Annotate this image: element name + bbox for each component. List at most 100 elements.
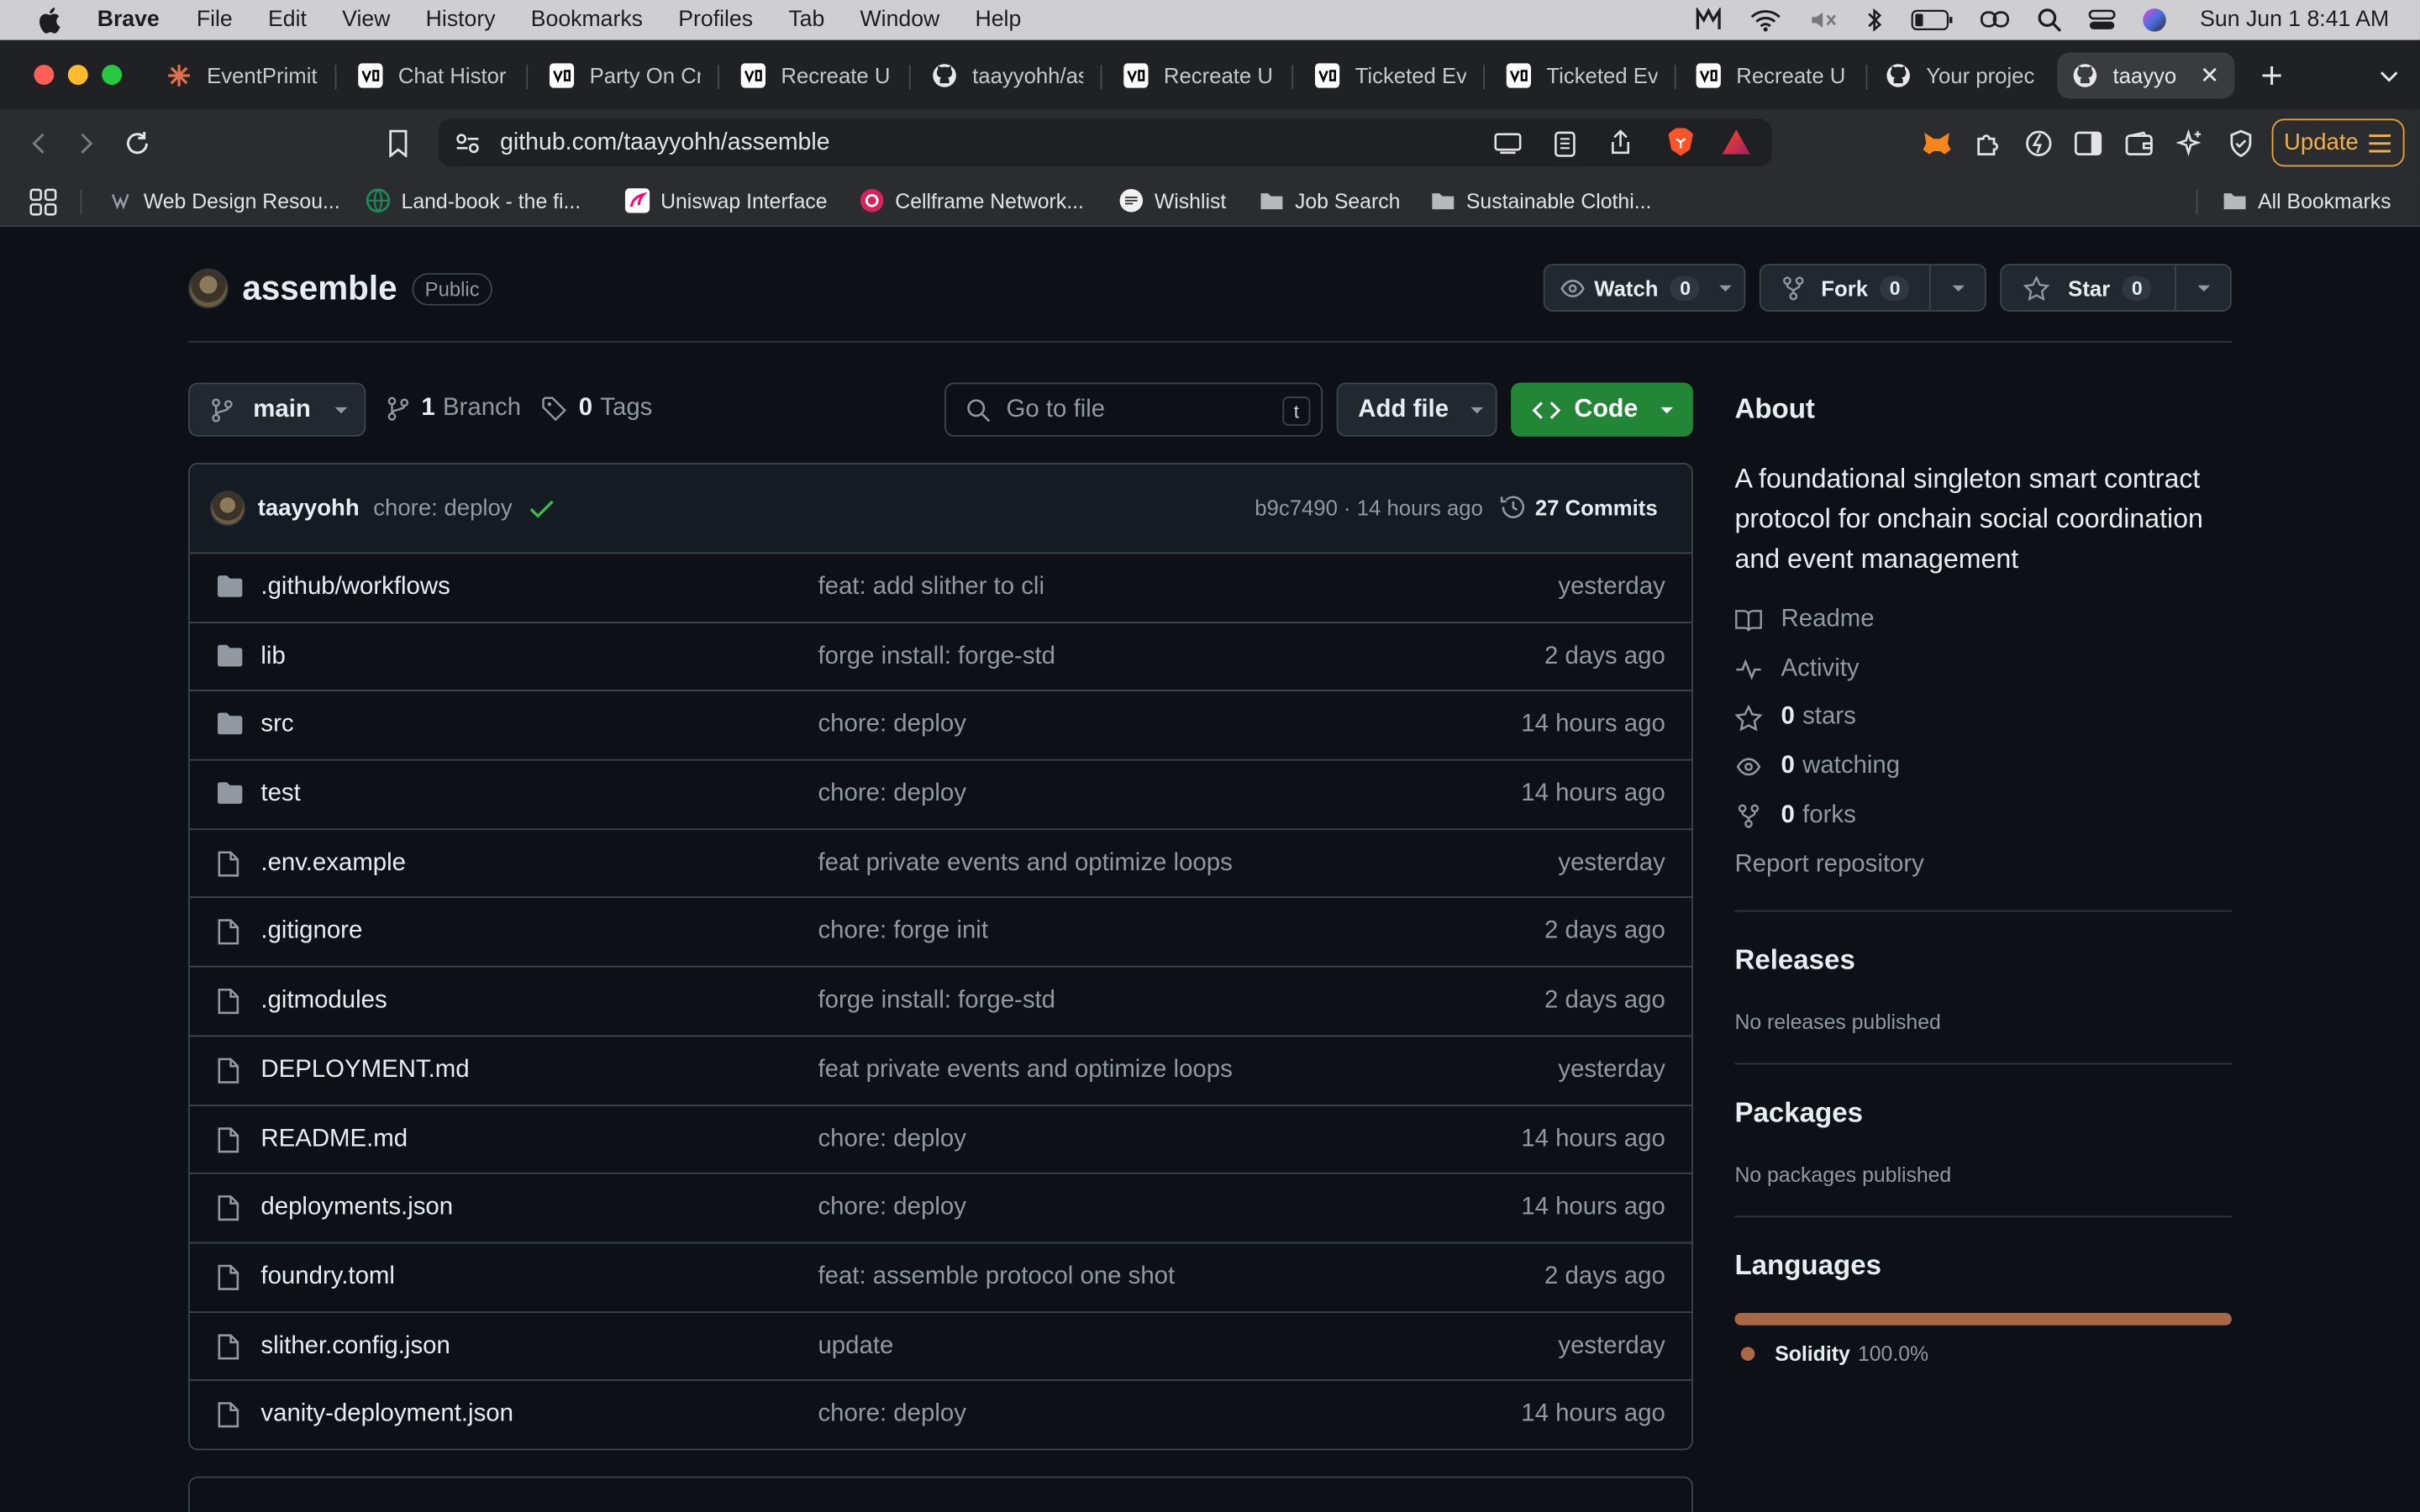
code-button[interactable]: Code [1511,382,1693,437]
file-commit-message[interactable]: chore: forge init [818,919,988,947]
tags-link[interactable]: 0 Tags [542,395,652,423]
tab-4[interactable]: taayyohh/as [932,55,1083,96]
update-button[interactable]: Update [2271,118,2405,167]
file-commit-message[interactable]: chore: deploy [818,711,965,739]
file-commit-message[interactable]: update [818,1332,893,1360]
spotlight-search-icon[interactable] [2038,8,2063,32]
file-name[interactable]: slither.config.json [260,1332,450,1360]
cast-icon[interactable] [1491,128,1524,159]
file-row[interactable]: deployments.json chore: deploy 14 hours ag… [189,1174,1692,1244]
commit-message[interactable]: chore: deploy [373,496,512,522]
commit-sha-time[interactable]: b9c7490 · 14 hours ago [1255,496,1483,520]
muted-speaker-icon[interactable] [1809,8,1840,32]
all-bookmarks[interactable]: All Bookmarks [2223,188,2391,213]
vpn-shield-icon[interactable] [2224,127,2258,160]
battery-icon[interactable] [1912,9,1954,31]
file-row[interactable]: .gitignore chore: forge init 2 days ago [189,899,1692,968]
file-row[interactable]: lib forge install: forge-std 2 days ago [189,622,1692,692]
bookmark-2[interactable]: Uniswap Interface [624,188,828,213]
metamask-status-icon[interactable] [1696,8,1723,32]
menu-file[interactable]: File [197,8,233,32]
wifi-off-icon[interactable] [1749,8,1783,32]
file-row[interactable]: foundry.toml feat: assemble protocol one … [189,1243,1692,1313]
ai-sparkle-icon[interactable] [2173,127,2207,160]
bluetooth-icon[interactable] [1866,8,1885,32]
file-row[interactable]: DEPLOYMENT.md feat private events and opt… [189,1037,1692,1105]
commits-link[interactable]: 27 Commits [1500,494,1658,520]
file-name[interactable]: vanity-deployment.json [260,1401,513,1429]
menubar-datetime[interactable]: Sun Jun 1 8:41 AM [2200,8,2389,32]
report-repository-link[interactable]: Report repository [1734,852,1923,879]
brave-shields-icon[interactable] [1664,125,1697,159]
address-url[interactable]: github.com/taayyohh/assemble [500,129,829,156]
menu-bookmarks[interactable]: Bookmarks [531,8,643,32]
check-icon[interactable] [529,499,554,517]
bookmark-3[interactable]: Cellframe Network... [860,188,1084,213]
apps-grid-icon[interactable] [28,186,59,218]
branches-link[interactable]: 1 Branch [387,395,521,423]
language-legend-solidity[interactable]: Solidity 100.0% [1740,1342,1928,1365]
stars-link[interactable]: 0 stars [1734,704,1856,732]
tab-2[interactable]: Party On Cr [549,55,701,96]
forks-link[interactable]: 0 forks [1734,802,1856,830]
address-bar[interactable]: github.com/taayyohh/assemble [438,118,1772,167]
owner-avatar[interactable] [188,268,229,309]
go-to-file-input[interactable]: Go to file t [944,382,1323,437]
tab-1[interactable]: Chat Histor [358,55,509,96]
menu-profiles[interactable]: Profiles [678,8,753,32]
menu-view[interactable]: View [342,8,390,32]
file-name[interactable]: DEPLOYMENT.md [260,1057,469,1084]
activity-link[interactable]: Activity [1734,656,1860,684]
zoom-window-button[interactable] [102,65,123,86]
metamask-extension-icon[interactable] [1920,127,1954,160]
control-center-icon[interactable] [2089,8,2117,32]
menu-help[interactable]: Help [976,8,1022,32]
packages-heading[interactable]: Packages [1734,1097,1863,1130]
back-arrow-icon[interactable] [22,127,55,160]
file-row[interactable]: src chore: deploy 14 hours ago [189,692,1692,761]
file-commit-message[interactable]: feat private events and optimize loops [818,1057,1232,1084]
file-commit-message[interactable]: chore: deploy [818,1194,965,1222]
bookmark-1[interactable]: Land-book - the fi... [366,188,581,213]
committer-avatar[interactable] [209,491,246,527]
menu-edit[interactable]: Edit [268,8,307,32]
tab-6[interactable]: Ticketed Ev [1314,55,1466,96]
tab-3[interactable]: Recreate U [740,55,892,96]
star-dropdown[interactable] [2174,265,2230,311]
branch-selector[interactable]: main [188,382,366,437]
file-row[interactable]: slither.config.json update yesterday [189,1312,1692,1382]
tab-search-chevron-icon[interactable] [2374,60,2405,92]
commit-author[interactable]: taayyohh [258,496,360,522]
file-name[interactable]: .github/workflows [260,574,450,601]
minimize-window-button[interactable] [67,65,88,86]
file-name[interactable]: .gitmodules [260,988,387,1016]
share-icon[interactable] [1603,127,1637,158]
bookmark-page-icon[interactable] [381,127,415,160]
file-name[interactable]: foundry.toml [260,1263,395,1291]
tab-8[interactable]: Recreate U [1696,55,1848,96]
watching-link[interactable]: 0 watching [1734,753,1900,780]
siri-icon[interactable] [2143,8,2167,32]
forward-arrow-icon[interactable] [70,127,103,160]
file-row[interactable]: test chore: deploy 14 hours ago [189,761,1692,830]
file-commit-message[interactable]: chore: deploy [818,1401,965,1429]
fork-button[interactable]: Fork 0 [1759,264,1986,312]
menu-tab[interactable]: Tab [788,8,824,32]
file-commit-message[interactable]: forge install: forge-std [818,988,1055,1016]
bookmark-0[interactable]: Web Design Resou... [108,188,340,213]
reader-mode-icon[interactable] [1548,128,1581,159]
file-row[interactable]: vanity-deployment.json chore: deploy 14 ho… [190,1381,1691,1448]
fork-dropdown[interactable] [1928,265,1985,311]
menu-app-name[interactable]: Brave [97,8,160,32]
apple-icon[interactable] [35,6,63,34]
close-window-button[interactable] [34,65,55,86]
watch-button[interactable]: Watch 0 [1543,264,1746,312]
file-commit-message[interactable]: feat: add slither to cli [818,574,1044,601]
menu-window[interactable]: Window [860,8,940,32]
file-commit-message[interactable]: chore: deploy [818,1126,965,1153]
tab-9[interactable]: Your projec [1886,55,2037,96]
close-tab-icon[interactable]: ✕ [2200,61,2219,89]
file-row[interactable]: .env.example feat private events and opti… [189,830,1692,899]
tab-0[interactable]: EventPrimit [166,55,318,96]
file-commit-message[interactable]: feat private events and optimize loops [818,850,1232,878]
